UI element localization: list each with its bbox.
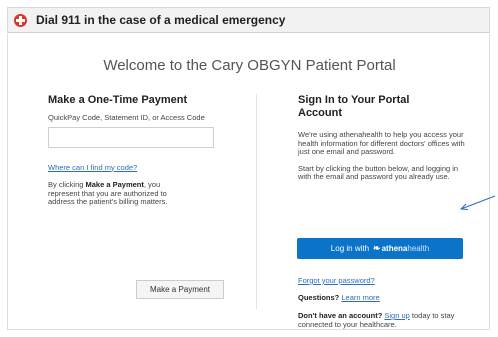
athena-leaf-icon: ❧: [373, 243, 381, 253]
signin-instructions: Start by clicking the button below, and …: [298, 163, 459, 181]
brand-name: athena: [381, 244, 408, 253]
find-code-link[interactable]: Where can I find my code?: [48, 163, 228, 173]
code-label: QuickPay Code, Statement ID, or Access C…: [48, 113, 205, 122]
learn-more-link[interactable]: Learn more: [341, 293, 379, 302]
quickpay-code-input[interactable]: [48, 126, 214, 148]
annotation-arrow-icon: [459, 195, 496, 210]
column-divider: [256, 94, 257, 309]
payment-section: Make a One-Time Payment QuickPay Code, S…: [48, 94, 228, 299]
emergency-alert-text: Dial 911 in the case of a medical emerge…: [36, 13, 286, 27]
login-button-label: Log in with: [330, 244, 370, 253]
brand-suffix: health: [407, 244, 430, 253]
payment-disclaimer: By clicking Make a Payment, you represen…: [48, 180, 193, 207]
signin-heading: Sign In to Your Portal Account: [298, 94, 410, 119]
no-account-line: Don't have an account? Sign up today to …: [298, 311, 468, 329]
forgot-password-link[interactable]: Forgot your password?: [298, 276, 375, 286]
questions-line: Questions? Learn more: [298, 293, 380, 303]
payment-heading: Make a One-Time Payment: [48, 94, 188, 106]
questions-label: Questions?: [298, 293, 340, 302]
signin-intro: We're using athenahealth to help you acc…: [298, 130, 465, 156]
page-title: Welcome to the Cary OBGYN Patient Portal: [103, 57, 396, 74]
athenahealth-logo: ❧athenahealth: [373, 243, 429, 254]
portal-card: Welcome to the Cary OBGYN Patient Portal…: [7, 34, 490, 330]
make-payment-button[interactable]: Make a Payment: [136, 280, 224, 299]
signin-section: Sign In to Your Portal Account We're usi…: [297, 94, 470, 328]
emergency-alert-bar: Dial 911 in the case of a medical emerge…: [7, 7, 490, 33]
login-athenahealth-button[interactable]: Log in with ❧athenahealth: [297, 238, 463, 259]
medical-cross-icon: [14, 13, 27, 27]
